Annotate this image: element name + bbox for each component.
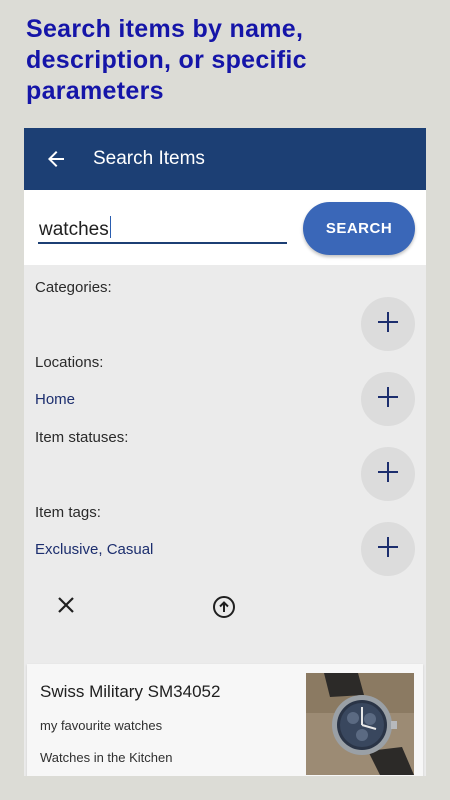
- promo-line: description, or specific: [26, 46, 307, 74]
- close-icon[interactable]: [56, 595, 76, 615]
- result-location: Watches in the Kitchen: [40, 750, 173, 765]
- arrow-up-circle-icon[interactable]: [212, 595, 236, 619]
- result-card[interactable]: Swiss Military SM34052 my favourite watc…: [27, 664, 423, 776]
- promo-line: parameters: [26, 77, 164, 105]
- add-tag-button[interactable]: [361, 522, 415, 576]
- search-bar: watches SEARCH: [24, 190, 426, 265]
- tags-label: Item tags:: [35, 504, 101, 521]
- result-title: Swiss Military SM34052: [40, 682, 221, 701]
- search-button[interactable]: SEARCH: [303, 202, 415, 255]
- statuses-label: Item statuses:: [35, 429, 129, 446]
- arrow-back-icon[interactable]: [44, 147, 68, 171]
- add-category-button[interactable]: [361, 297, 415, 351]
- plus-icon: [377, 536, 399, 563]
- app-bar: Search Items: [24, 128, 426, 190]
- text-caret: [109, 216, 111, 238]
- app-screen: Search Items watches SEARCH Categories: …: [24, 128, 426, 776]
- add-status-button[interactable]: [361, 447, 415, 501]
- result-description: my favourite watches: [40, 718, 163, 733]
- watch-photo: [306, 673, 414, 775]
- plus-icon: [377, 386, 399, 413]
- add-location-button[interactable]: [361, 372, 415, 426]
- search-input-value: watches: [39, 219, 109, 240]
- page-title: Search Items: [93, 148, 205, 169]
- plus-icon: [377, 311, 399, 338]
- search-input[interactable]: watches: [38, 216, 287, 244]
- categories-label: Categories:: [35, 279, 112, 296]
- tags-value: Exclusive, Casual: [35, 541, 154, 558]
- promo-headline: Search items by name, description, or sp…: [26, 14, 426, 107]
- screen-frame: Search items by name, description, or sp…: [0, 0, 450, 800]
- promo-line: Search items by name,: [26, 15, 304, 43]
- locations-label: Locations:: [35, 354, 104, 371]
- locations-value: Home: [35, 391, 76, 408]
- plus-icon: [377, 461, 399, 488]
